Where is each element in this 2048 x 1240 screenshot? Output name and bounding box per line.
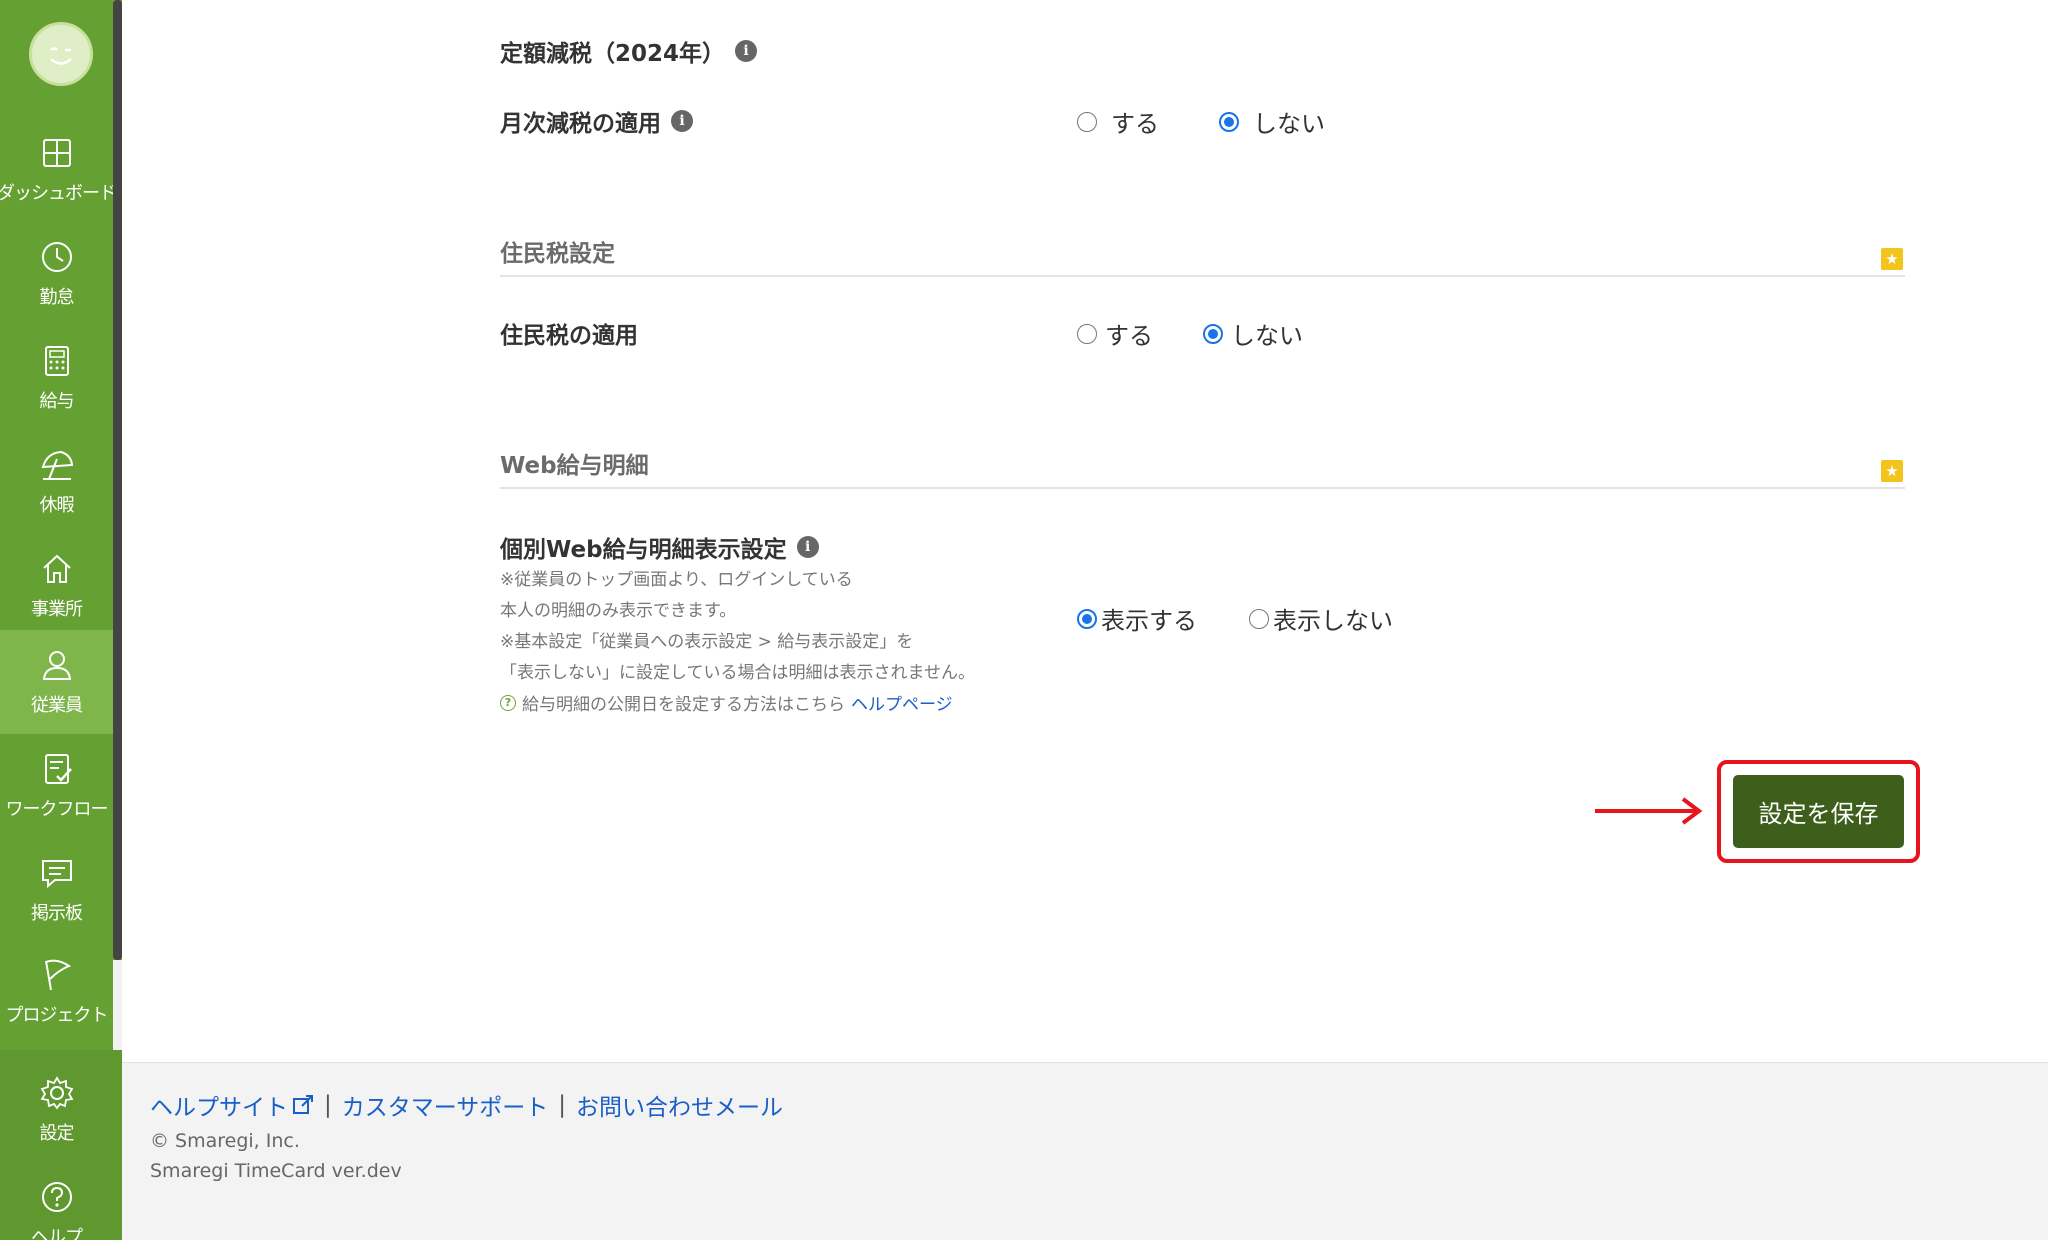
avatar[interactable] (29, 22, 93, 86)
note-line: ※従業員のトップ画面より、ログインしている (500, 570, 853, 590)
web-payslip-label-row: 個別Web給与明細表示設定 i (500, 530, 819, 564)
clock-icon (41, 242, 72, 272)
monthly-tax-radio-no[interactable] (1219, 111, 1239, 132)
clipboard-check-icon (44, 754, 72, 784)
resident-tax-radio-no[interactable] (1203, 323, 1223, 344)
sidebar-item-office[interactable]: 事業所 (0, 534, 113, 638)
sidebar-item-attendance[interactable]: 勤怠 (0, 222, 113, 326)
gear-icon (40, 1076, 73, 1110)
sidebar-item-employees[interactable]: 従業員 (0, 630, 113, 734)
info-icon[interactable]: i (735, 40, 758, 62)
sidebar-item-label: ヘルプ (31, 1227, 83, 1240)
section-divider (500, 487, 1905, 489)
fixed-tax-heading: 定額減税（2024年） i (500, 34, 758, 68)
copyright: © Smaregi, Inc. (150, 1130, 300, 1152)
question-icon: ? (500, 694, 516, 711)
web-payslip-radio-show[interactable] (1077, 608, 1097, 629)
sidebar-item-label: 勤怠 (39, 287, 75, 308)
sidebar-item-label: 休暇 (39, 495, 75, 516)
monthly-tax-option-yes-label[interactable]: する (1111, 104, 1159, 139)
web-payslip-section-title: Web給与明細 (500, 453, 649, 479)
fixed-tax-heading-text: 定額減税（2024年） (500, 41, 726, 67)
version-text: Smaregi TimeCard ver.dev (150, 1160, 402, 1182)
resident-tax-label: 住民税の適用 (500, 323, 638, 349)
info-icon[interactable]: i (671, 110, 693, 132)
external-link-icon (293, 1095, 313, 1114)
sidebar-item-label: ダッシュボード (0, 183, 117, 204)
note-line: ※基本設定「従業員への表示設定 > 給与表示設定」を (500, 632, 914, 652)
star-icon: ★ (1881, 460, 1903, 482)
umbrella-icon (41, 450, 73, 480)
monthly-tax-option-no-label[interactable]: しない (1253, 104, 1325, 139)
web-payslip-radio-group: 表示する 表示しない (1077, 601, 1393, 636)
resident-tax-option-no-label[interactable]: しない (1231, 316, 1303, 351)
footer-separator: | (558, 1092, 567, 1118)
sidebar-scroll-track (113, 960, 122, 1050)
resident-tax-radio-yes[interactable] (1077, 323, 1097, 344)
web-payslip-notes: ※従業員のトップ画面より、ログインしている 本人の明細のみ表示できます。 ※基本… (500, 565, 975, 689)
sidebar-item-label: 設定 (39, 1123, 75, 1144)
sidebar-item-label: 給与 (39, 391, 75, 412)
footer-separator: | (324, 1092, 332, 1118)
note-line: 「表示しない」に設定している場合は明細は表示されません。 (500, 663, 975, 683)
sidebar-item-label: ワークフロー (5, 799, 109, 820)
arrow-annotation-icon (1595, 797, 1703, 825)
info-icon[interactable]: i (796, 536, 819, 558)
help-line: ? 給与明細の公開日を設定する方法はこちら ヘルプページ (500, 690, 953, 715)
smiley-icon (50, 47, 72, 65)
sidebar-item-payroll[interactable]: 給与 (0, 326, 113, 430)
monthly-tax-label-row: 月次減税の適用 i (500, 104, 693, 138)
resident-tax-label-row: 住民税の適用 (500, 316, 638, 350)
customer-support-link[interactable]: カスタマーサポート (342, 1088, 549, 1122)
web-payslip-radio-hide[interactable] (1249, 608, 1269, 629)
home-icon (42, 554, 71, 583)
sidebar-item-label: プロジェクト (5, 1005, 109, 1026)
sidebar-item-project[interactable]: プロジェクト (0, 940, 113, 1044)
sidebar-item-label: 従業員 (31, 695, 83, 716)
message-icon (41, 860, 72, 889)
user-icon (42, 651, 71, 680)
footer-links: ヘルプサイト | カスタマーサポート | お問い合わせメール (150, 1088, 783, 1122)
save-settings-button[interactable]: 設定を保存 (1733, 775, 1904, 848)
monthly-tax-radio-yes[interactable] (1077, 111, 1097, 132)
resident-tax-radio-group: する しない (1077, 316, 1303, 351)
sidebar-item-leave[interactable]: 休暇 (0, 430, 113, 534)
resident-tax-option-yes-label[interactable]: する (1105, 316, 1153, 351)
help-text: 給与明細の公開日を設定する方法はこちら (522, 695, 845, 715)
sidebar-item-dashboard[interactable]: ダッシュボード (0, 118, 117, 222)
star-icon: ★ (1881, 248, 1903, 270)
contact-mail-link[interactable]: お問い合わせメール (576, 1088, 783, 1122)
sidebar-item-workflow[interactable]: ワークフロー (0, 734, 113, 838)
web-payslip-option-hide-label[interactable]: 表示しない (1273, 601, 1393, 636)
web-payslip-label: 個別Web給与明細表示設定 (500, 537, 787, 563)
sidebar-scrollbar[interactable] (113, 0, 122, 960)
flag-icon (44, 959, 71, 991)
help-icon (41, 1182, 72, 1212)
sidebar-item-settings[interactable]: 設定 (0, 1058, 113, 1162)
monthly-tax-label: 月次減税の適用 (500, 111, 661, 137)
resident-tax-section-title: 住民税設定 (500, 241, 615, 267)
help-site-label: ヘルプサイト (150, 1095, 288, 1121)
dashboard-icon (42, 139, 71, 167)
sidebar-item-label: 事業所 (31, 599, 83, 620)
sidebar-item-label: 掲示板 (31, 903, 83, 924)
sidebar: ダッシュボード 勤怠 給与 休暇 事業所 従業員 ワークフロー 掲示板 プロジェ… (0, 0, 122, 1240)
help-page-link[interactable]: ヘルプページ (851, 690, 953, 715)
note-line: 本人の明細のみ表示できます。 (500, 601, 737, 621)
calculator-icon (44, 346, 69, 376)
web-payslip-option-show-label[interactable]: 表示する (1101, 601, 1197, 636)
help-site-link[interactable]: ヘルプサイト (150, 1088, 314, 1122)
sidebar-item-help[interactable]: ヘルプ (0, 1162, 113, 1240)
section-divider (500, 275, 1905, 277)
monthly-tax-radio-group: する しない (1077, 104, 1325, 139)
sidebar-item-bulletin-board[interactable]: 掲示板 (0, 838, 113, 942)
